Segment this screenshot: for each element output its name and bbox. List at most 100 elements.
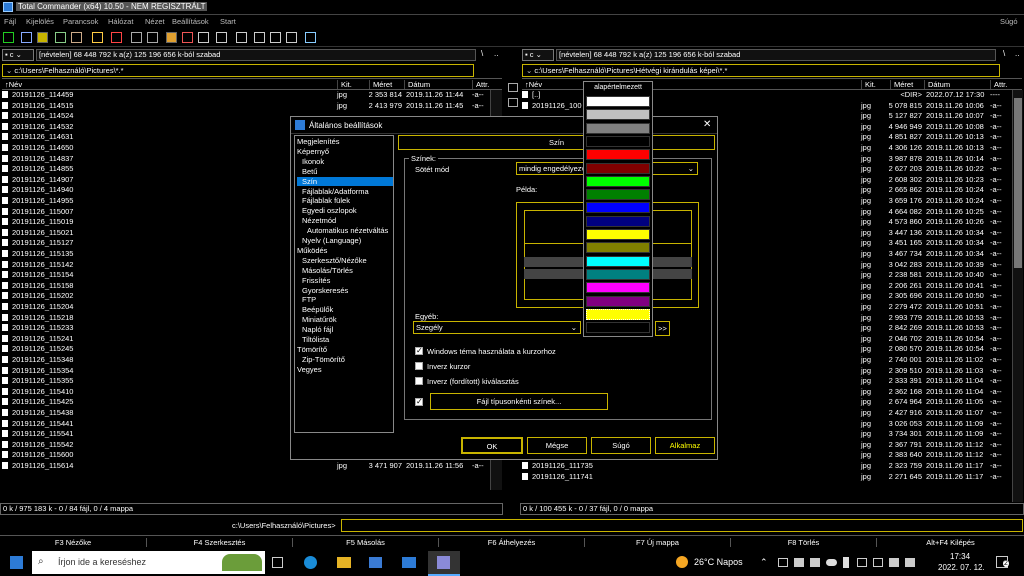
right-path-bar[interactable]: ⌄ c:\Users\Felhasználó\Pictures\Hétvégi … — [522, 64, 1000, 77]
color-swatch[interactable] — [586, 255, 650, 267]
tree-item[interactable]: Egyedi oszlopok — [302, 206, 357, 215]
compare-side-icon[interactable] — [508, 83, 518, 92]
table-row[interactable]: 20191126_111741 jpg 2 271 645 2019.11.26 11… — [522, 472, 1012, 483]
help-book-icon[interactable] — [305, 32, 316, 43]
cancel-button[interactable]: Mégse — [527, 437, 587, 454]
left-path-bar[interactable]: ⌄ c:\Users\Felhasználó\Pictures\*.* — [2, 64, 474, 77]
color-swatch[interactable] — [586, 149, 650, 161]
tree-item[interactable]: Betű — [302, 167, 317, 176]
tree-item[interactable]: FTP — [302, 295, 316, 304]
color-swatch[interactable] — [586, 109, 650, 121]
apply-button[interactable]: Alkalmaz — [655, 437, 715, 454]
tree-item[interactable]: Másolás/Törlés — [302, 266, 353, 275]
tray-app-icon[interactable] — [778, 558, 788, 567]
menu-commands[interactable]: Parancsok — [63, 17, 98, 26]
f4-edit-button[interactable]: F4 Szerkesztés — [146, 538, 292, 547]
tree-item[interactable]: Fájlablak fülek — [302, 196, 350, 205]
windows-theme-checkbox[interactable]: ✓ — [415, 346, 423, 355]
volume-icon[interactable] — [905, 558, 915, 567]
tree-item[interactable]: Szín — [297, 176, 393, 186]
compare-icon[interactable] — [254, 32, 265, 43]
tray-sync-icon[interactable] — [794, 558, 804, 567]
inverse-cursor-checkbox[interactable] — [415, 362, 423, 370]
search-icon[interactable] — [198, 32, 209, 43]
edge-icon[interactable] — [304, 556, 317, 569]
color-swatch[interactable] — [586, 282, 650, 294]
ok-button[interactable]: OK — [461, 437, 523, 454]
color-swatch[interactable] — [586, 268, 650, 280]
color-swatch[interactable] — [586, 202, 650, 214]
menu-start[interactable]: Start — [220, 17, 236, 26]
right-up-button[interactable]: .. — [1015, 49, 1019, 58]
right-scroll-thumb[interactable] — [1014, 98, 1022, 268]
tree-item[interactable]: Zip-Tömörítő — [302, 355, 345, 364]
inverse-selection-label[interactable]: Inverz (fordított) kiválasztás — [427, 377, 519, 386]
color-swatch[interactable] — [586, 295, 650, 307]
table-row[interactable]: 20191126_115614 jpg 3 471 907 2019.11.26 11… — [2, 461, 490, 472]
tree-item[interactable]: Fájlablak/Adatforma — [302, 187, 369, 196]
tree-item[interactable]: Vegyes — [297, 365, 322, 374]
f3-view-button[interactable]: F3 Nézőke — [0, 538, 146, 547]
color-swatch[interactable] — [586, 162, 650, 174]
filetype-colors-button[interactable]: Fájl típusonkénti színek... — [430, 393, 608, 410]
tree-item[interactable]: Nyelv (Language) — [302, 236, 361, 245]
color-swatch[interactable] — [586, 322, 650, 334]
f6-move-button[interactable]: F6 Áthelyezés — [438, 538, 584, 547]
tree-item[interactable]: Miniatűrök — [302, 315, 337, 324]
right-root-button[interactable]: \ — [1003, 49, 1005, 58]
left-col-ext[interactable]: Kit. — [337, 80, 352, 89]
right-scrollbar[interactable] — [1012, 90, 1023, 502]
left-drive-select[interactable]: ▪ c ⌄ — [2, 49, 34, 61]
copy-names-icon[interactable] — [286, 32, 297, 43]
tree-item[interactable]: Tömörítő — [297, 345, 327, 354]
right-col-date[interactable]: Dátum — [924, 80, 950, 89]
tray-chevron-icon[interactable]: ⌃ — [760, 557, 768, 568]
tree-item[interactable]: Szerkesztő/Nézőke — [302, 256, 367, 265]
tree-item[interactable]: Nézetmód — [302, 216, 336, 225]
inverse-cursor-label[interactable]: Inverz kurzor — [427, 362, 470, 371]
notepad-icon[interactable] — [270, 32, 281, 43]
settings-tree[interactable]: Megjelenítés Képernyő Ikonok Betű Szín Fájlab… — [294, 135, 394, 433]
color-swatch[interactable] — [586, 175, 650, 187]
color-swatch[interactable] — [586, 135, 650, 147]
rename-icon[interactable] — [216, 32, 227, 43]
dropbox-icon[interactable] — [810, 558, 820, 567]
bluetooth-icon[interactable] — [843, 557, 849, 568]
folder-icon[interactable] — [166, 32, 177, 43]
menu-select[interactable]: Kijelölés — [26, 17, 54, 26]
left-up-button[interactable]: .. — [494, 49, 498, 58]
right-col-name[interactable]: ↑Név — [522, 80, 542, 89]
close-icon[interactable]: ✕ — [703, 119, 711, 130]
tree-item[interactable]: Működés — [297, 246, 327, 255]
inverse-selection-checkbox[interactable] — [415, 377, 423, 385]
windows-theme-label[interactable]: Windows téma használata a kurzorhoz — [427, 347, 556, 356]
task-view-icon[interactable] — [272, 557, 283, 568]
altf4-exit-button[interactable]: Alt+F4 Kilépés — [876, 538, 1024, 547]
tree-item[interactable]: Napló fájl — [302, 325, 333, 334]
total-commander-taskbar-button[interactable] — [428, 551, 460, 576]
left-col-name[interactable]: ↑Név — [2, 80, 22, 89]
right-col-attr[interactable]: Attr. — [990, 80, 1007, 89]
table-row[interactable]: 20191126_114515 jpg 2 413 979 2019.11.26 11… — [2, 101, 490, 112]
left-col-date[interactable]: Dátum — [404, 80, 430, 89]
tree-item[interactable]: Beépülők — [302, 305, 333, 314]
right-col-ext[interactable]: Kit. — [861, 80, 876, 89]
clock-time[interactable]: 17:34 — [950, 552, 970, 561]
more-colors-button[interactable]: >> — [655, 321, 670, 336]
command-input[interactable] — [341, 519, 1023, 532]
color-swatch[interactable] — [586, 215, 650, 227]
tree-item[interactable]: Frissítés — [302, 276, 330, 285]
copy-side-icon[interactable] — [508, 98, 518, 107]
forward-icon[interactable] — [147, 32, 158, 43]
file-explorer-icon[interactable] — [337, 557, 351, 568]
color-swatch[interactable] — [586, 96, 650, 107]
menu-file[interactable]: Fájl — [4, 17, 16, 26]
right-col-size[interactable]: Méret — [890, 80, 913, 89]
tree-icon[interactable] — [71, 32, 82, 43]
f5-copy-button[interactable]: F5 Másolás — [292, 538, 438, 547]
network-icon[interactable] — [873, 558, 883, 567]
ftp-icon[interactable] — [182, 32, 193, 43]
start-icon[interactable] — [10, 556, 23, 569]
tree-item[interactable]: Automatikus nézetváltás — [307, 226, 388, 235]
clock-date[interactable]: 2022. 07. 12. — [938, 563, 985, 572]
